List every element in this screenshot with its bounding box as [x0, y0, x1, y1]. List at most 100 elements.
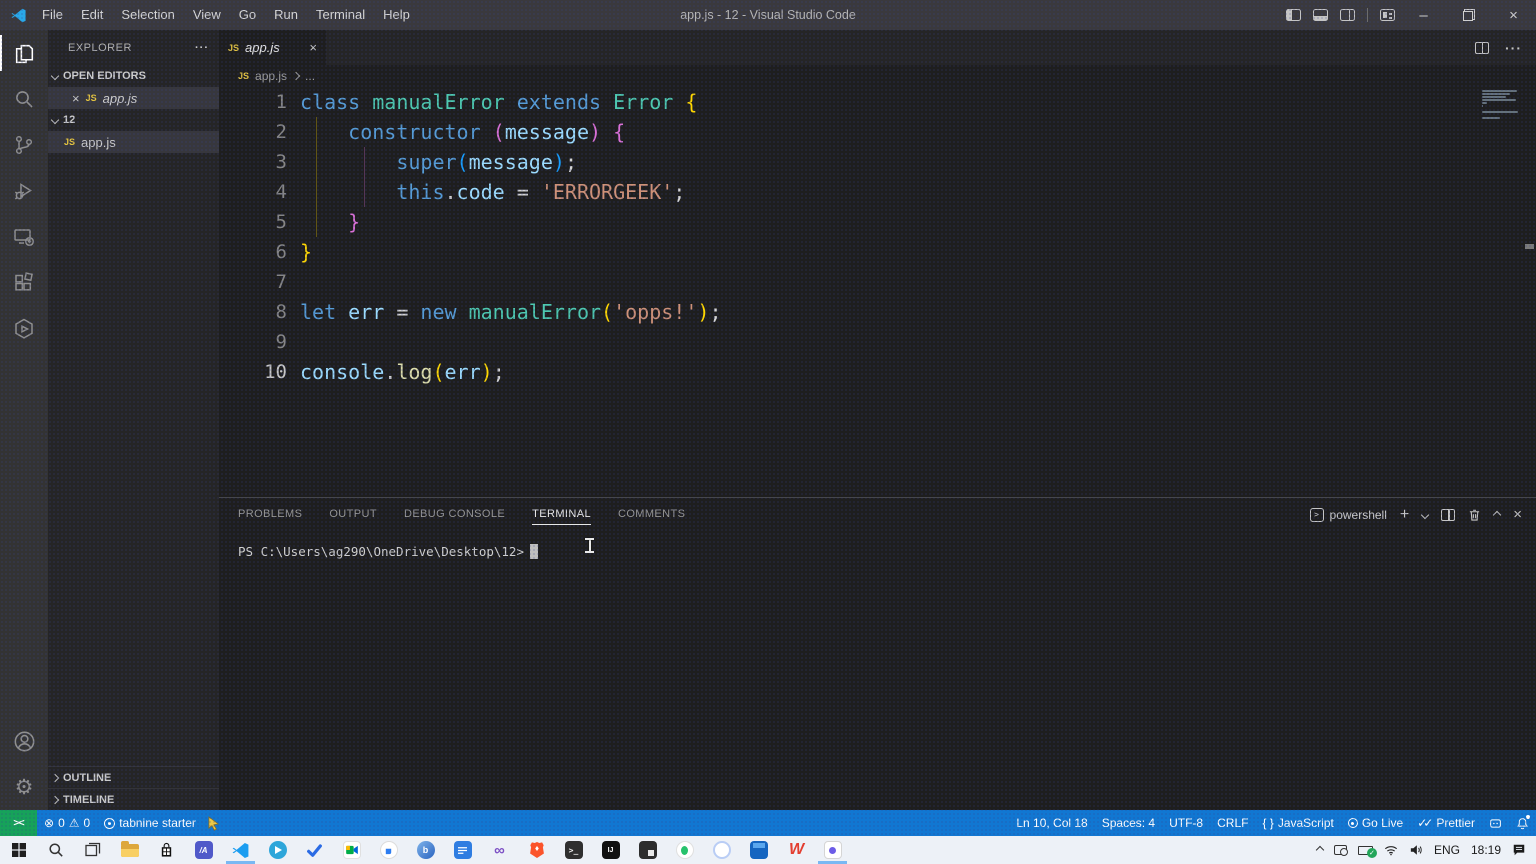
remote-explorer-icon[interactable] [0, 214, 48, 260]
tray-wifi-icon[interactable] [1384, 845, 1398, 856]
taskbar-wps-office-icon[interactable]: W [777, 836, 814, 864]
accounts-icon[interactable] [0, 718, 48, 764]
tab-close-icon[interactable]: × [309, 41, 317, 54]
minimize-button[interactable]: – [1401, 0, 1446, 30]
menu-run[interactable]: Run [265, 0, 307, 30]
taskbar-task-view-icon[interactable] [74, 836, 111, 864]
toggle-secondary-sidebar-icon[interactable] [1340, 9, 1355, 21]
source-control-icon[interactable] [0, 122, 48, 168]
taskbar-start-icon[interactable] [0, 836, 37, 864]
taskbar-file-explorer-icon[interactable] [111, 836, 148, 864]
split-editor-icon[interactable] [1475, 42, 1489, 54]
problems-status[interactable]: ⊗ 0 ⚠ 0 [37, 810, 97, 836]
explorer-more-actions-icon[interactable]: ··· [195, 42, 209, 54]
tree-file-item[interactable]: JS app.js [48, 131, 219, 153]
cursor-position-status[interactable]: Ln 10, Col 18 [1009, 810, 1094, 836]
split-terminal-icon[interactable] [1441, 509, 1455, 521]
taskbar-indigo-app-icon[interactable]: /A [185, 836, 222, 864]
toggle-panel-icon[interactable] [1313, 9, 1328, 21]
timeline-section-header[interactable]: TIMELINE [48, 788, 219, 810]
language-status[interactable]: { }JavaScript [1255, 810, 1340, 836]
menu-edit[interactable]: Edit [72, 0, 112, 30]
settings-icon[interactable]: ⚙ [0, 764, 48, 810]
go-live-status[interactable]: Go Live [1341, 810, 1410, 836]
taskbar-intellij-idea-icon[interactable]: IJ [592, 836, 629, 864]
menu-terminal[interactable]: Terminal [307, 0, 374, 30]
notifications-status[interactable] [1509, 810, 1536, 836]
taskbar-chat-app-icon[interactable] [703, 836, 740, 864]
close-panel-icon[interactable]: × [1513, 506, 1522, 523]
code-line-content[interactable]: class manualError extends Error { [300, 87, 697, 117]
extensions-icon[interactable] [0, 260, 48, 306]
close-editor-icon[interactable]: × [72, 92, 80, 105]
taskbar-brave-icon[interactable] [518, 836, 555, 864]
live-server-icon[interactable] [0, 306, 48, 352]
menu-view[interactable]: View [184, 0, 230, 30]
tab-appjs[interactable]: JS app.js × [219, 30, 326, 65]
taskbar-blue-check-app-icon[interactable] [296, 836, 333, 864]
menu-help[interactable]: Help [374, 0, 419, 30]
folder-header[interactable]: 12 [48, 109, 219, 131]
code-line-content[interactable]: } [300, 207, 360, 237]
editor-more-actions-icon[interactable]: ··· [1505, 40, 1522, 56]
tray-expand-icon[interactable] [1316, 846, 1324, 854]
breadcrumb-file[interactable]: app.js [255, 69, 287, 83]
open-editor-item[interactable]: × JS app.js [48, 87, 219, 109]
outline-section-header[interactable]: OUTLINE [48, 766, 219, 788]
action-center-icon[interactable] [1512, 843, 1526, 857]
taskbar-white-circle-app-icon[interactable] [370, 836, 407, 864]
panel-tab-output[interactable]: OUTPUT [329, 498, 377, 531]
shell-picker[interactable]: > powershell [1310, 508, 1387, 522]
open-editors-header[interactable]: OPEN EDITORS [48, 65, 219, 87]
indentation-status[interactable]: Spaces: 4 [1095, 810, 1162, 836]
taskbar-vscode-icon[interactable] [222, 836, 259, 864]
taskbar-green-dot-app-icon[interactable] [666, 836, 703, 864]
code-editor[interactable]: 1class manualError extends Error {2 cons… [219, 87, 1536, 497]
tray-language[interactable]: ENG [1434, 843, 1460, 857]
tray-volume-icon[interactable] [1409, 844, 1423, 856]
taskbar-blue-cube-app-icon[interactable] [740, 836, 777, 864]
code-line-content[interactable]: console.log(err); [300, 357, 505, 387]
taskbar-telegram-icon[interactable] [259, 836, 296, 864]
prettier-status[interactable]: ✓✓Prettier [1410, 810, 1482, 836]
maximize-panel-icon[interactable] [1493, 510, 1501, 518]
taskbar-visual-studio-icon[interactable]: ∞ [481, 836, 518, 864]
code-line-content[interactable]: constructor (message) { [300, 117, 625, 147]
code-line-content[interactable]: } [300, 237, 312, 267]
taskbar-windows-terminal-icon[interactable]: >_ [555, 836, 592, 864]
code-line-content[interactable]: let err = new manualError('opps!'); [300, 297, 721, 327]
explorer-icon[interactable] [0, 30, 48, 76]
tray-battery-icon[interactable]: ✓ [1358, 846, 1373, 855]
tray-display-icon[interactable] [1334, 845, 1347, 855]
customize-layout-icon[interactable] [1380, 9, 1395, 21]
terminal-content[interactable]: PS C:\Users\ag290\OneDrive\Desktop\12> [238, 544, 1536, 559]
kill-terminal-icon[interactable] [1468, 508, 1481, 522]
restore-button[interactable] [1446, 0, 1491, 30]
menu-file[interactable]: File [33, 0, 72, 30]
chevron-down-icon[interactable] [1421, 510, 1429, 518]
new-terminal-icon[interactable]: + [1400, 506, 1409, 524]
taskbar-microsoft-store-icon[interactable] [148, 836, 185, 864]
panel-tab-debug-console[interactable]: DEBUG CONSOLE [404, 498, 505, 531]
feedback-status[interactable] [1482, 810, 1509, 836]
breadcrumb-more[interactable]: ... [305, 69, 315, 83]
taskbar-search-icon[interactable] [37, 836, 74, 864]
taskbar-google-meet-icon[interactable] [333, 836, 370, 864]
taskbar-b-sphere-app-icon[interactable]: b [407, 836, 444, 864]
panel-tab-comments[interactable]: COMMENTS [618, 498, 685, 531]
code-line-content[interactable]: this.code = 'ERRORGEEK'; [300, 177, 685, 207]
taskbar-dark-app-icon[interactable] [629, 836, 666, 864]
taskbar-notes-app-icon[interactable] [444, 836, 481, 864]
tray-clock[interactable]: 18:19 [1471, 843, 1501, 857]
close-button[interactable]: × [1491, 0, 1536, 30]
menu-selection[interactable]: Selection [112, 0, 183, 30]
toggle-sidebar-icon[interactable] [1286, 9, 1301, 21]
menu-go[interactable]: Go [230, 0, 265, 30]
encoding-status[interactable]: UTF-8 [1162, 810, 1210, 836]
tabnine-status[interactable]: tabnine starter [97, 810, 203, 836]
eol-status[interactable]: CRLF [1210, 810, 1255, 836]
panel-tab-terminal[interactable]: TERMINAL [532, 498, 591, 531]
panel-tab-problems[interactable]: PROBLEMS [238, 498, 302, 531]
taskbar-screen-recorder-icon[interactable] [814, 836, 851, 864]
code-line-content[interactable]: super(message); [300, 147, 577, 177]
